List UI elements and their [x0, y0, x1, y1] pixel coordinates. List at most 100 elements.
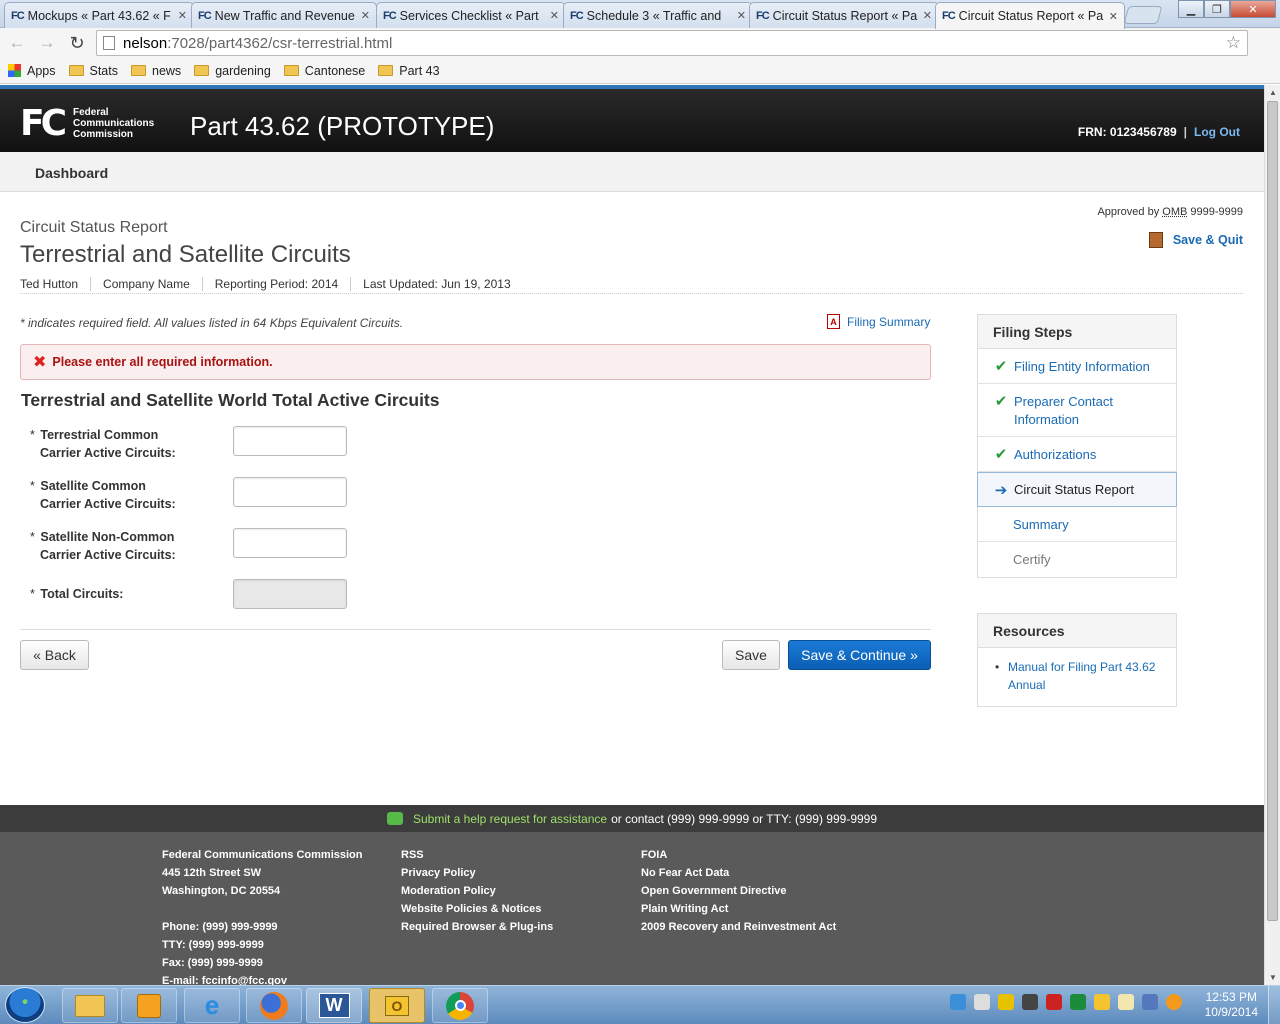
footer-link[interactable]: Privacy Policy — [401, 864, 553, 882]
mail-icon[interactable] — [1118, 994, 1134, 1010]
volume-icon[interactable] — [974, 994, 990, 1010]
close-tab-icon[interactable]: ✕ — [923, 9, 932, 22]
fcc-favicon-icon: FC — [198, 9, 212, 22]
footer-link[interactable]: RSS — [401, 846, 553, 864]
save-continue-button[interactable]: Save & Continue » — [788, 640, 931, 670]
help-request-link[interactable]: Submit a help request for assistance — [413, 812, 607, 826]
fcc-logo-mark: FC — [20, 102, 67, 144]
start-button-icon[interactable] — [5, 987, 45, 1023]
nav-dashboard[interactable]: Dashboard — [35, 165, 108, 181]
bookmark-star-icon[interactable]: ☆ — [1226, 33, 1241, 53]
bookmark-news[interactable]: news — [131, 64, 181, 78]
filing-summary-link[interactable]: A Filing Summary — [827, 314, 930, 329]
update-icon[interactable] — [1070, 994, 1086, 1010]
site-header: FC Federal Communications Commission Par… — [0, 85, 1264, 152]
error-alert: ✖ Please enter all required information. — [20, 344, 931, 380]
step-circuit-status-report[interactable]: ➔ Circuit Status Report — [977, 472, 1177, 507]
step-authorizations[interactable]: ✔ Authorizations — [978, 437, 1176, 472]
footer-contact-column: Federal Communications Commission 445 12… — [162, 846, 362, 985]
footer-link[interactable]: 2009 Recovery and Reinvestment Act — [641, 918, 836, 936]
log-out-link[interactable]: Log Out — [1194, 125, 1240, 139]
footer-link[interactable]: Required Browser & Plug-ins — [401, 918, 553, 936]
forward-arrow-icon[interactable]: → — [34, 30, 60, 56]
new-tab-button[interactable] — [1123, 6, 1163, 24]
scrollbar-thumb[interactable] — [1267, 101, 1278, 921]
checkmark-icon: ✔ — [994, 446, 1008, 463]
restore-icon[interactable]: ❐ — [1204, 0, 1230, 18]
scroll-down-icon[interactable]: ▼ — [1265, 970, 1280, 985]
footer-link[interactable]: FOIA — [641, 846, 836, 864]
field-label: * Total Circuits: — [30, 587, 124, 601]
dropbox-icon[interactable] — [950, 994, 966, 1010]
bookmark-part43[interactable]: Part 43 — [378, 64, 440, 78]
action-center-icon[interactable] — [1142, 994, 1158, 1010]
notification-icon[interactable] — [1166, 994, 1182, 1010]
fcc-logo[interactable]: FC Federal Communications Commission — [20, 102, 154, 144]
fcc-favicon-icon: FC — [383, 9, 397, 22]
back-button[interactable]: « Back — [20, 640, 89, 670]
exit-door-icon — [1148, 232, 1163, 248]
outlook-tray-icon[interactable] — [1094, 994, 1110, 1010]
system-tray — [950, 994, 1190, 1010]
save-button[interactable]: Save — [722, 640, 780, 670]
close-tab-icon[interactable]: ✕ — [550, 9, 559, 22]
divider — [20, 629, 931, 630]
browser-tab[interactable]: FC Mockups « Part 43.62 « F ✕ — [4, 2, 194, 28]
close-tab-icon[interactable]: ✕ — [361, 9, 370, 22]
system-clock[interactable]: 12:53 PM 10/9/2014 — [1205, 990, 1258, 1020]
internet-explorer-icon[interactable]: e — [184, 988, 240, 1023]
step-preparer-contact[interactable]: ✔ Preparer Contact Information — [978, 384, 1176, 437]
satellite-non-common-input[interactable] — [233, 528, 347, 558]
satellite-common-input[interactable] — [233, 477, 347, 507]
chrome-icon[interactable] — [432, 988, 488, 1023]
media-player-icon[interactable] — [121, 988, 177, 1023]
step-summary[interactable]: Summary — [978, 507, 1176, 542]
close-window-icon[interactable]: ✕ — [1230, 0, 1276, 18]
footer-link[interactable]: Website Policies & Notices — [401, 900, 553, 918]
footer-link[interactable]: No Fear Act Data — [641, 864, 836, 882]
resource-manual-link[interactable]: Manual for Filing Part 43.62 Annual — [993, 658, 1162, 694]
scroll-up-icon[interactable]: ▲ — [1265, 85, 1280, 100]
close-tab-icon[interactable]: ✕ — [178, 9, 187, 22]
footer-link[interactable]: Open Government Directive — [641, 882, 836, 900]
firefox-icon[interactable] — [246, 988, 302, 1023]
close-tab-icon[interactable]: ✕ — [737, 9, 746, 22]
browser-tab-active[interactable]: FC Circuit Status Report « Pa ✕ — [935, 2, 1125, 29]
address-bar[interactable]: nelson:7028/part4362/csr-terrestrial.htm… — [96, 30, 1248, 56]
fcc-favicon-icon: FC — [11, 9, 25, 22]
bookmark-stats[interactable]: Stats — [68, 64, 118, 78]
page-icon — [103, 36, 115, 50]
bookmark-gardening[interactable]: gardening — [194, 64, 271, 78]
filing-meta: Ted Hutton Company Name Reporting Period… — [20, 277, 535, 291]
fcc-favicon-icon: FC — [570, 9, 584, 22]
bookmark-cantonese[interactable]: Cantonese — [283, 64, 365, 78]
word-icon[interactable]: W — [306, 988, 362, 1023]
browser-tab[interactable]: FC Schedule 3 « Traffic and ✕ — [563, 2, 753, 28]
close-tab-icon[interactable]: ✕ — [1109, 10, 1118, 23]
vertical-scrollbar[interactable]: ▲ ▼ — [1264, 85, 1280, 985]
save-quit-link[interactable]: Save & Quit — [1148, 232, 1243, 248]
folder-icon — [194, 65, 210, 76]
fcc-favicon-icon: FC — [756, 9, 770, 22]
network-icon[interactable] — [998, 994, 1014, 1010]
browser-tab[interactable]: FC New Traffic and Revenue ✕ — [191, 2, 377, 28]
outlook-icon[interactable]: O — [369, 988, 425, 1023]
browser-tab[interactable]: FC Circuit Status Report « Pa ✕ — [749, 2, 939, 28]
bookmark-apps[interactable]: Apps — [8, 64, 56, 78]
main-nav: Dashboard — [0, 152, 1264, 192]
step-filing-entity[interactable]: ✔ Filing Entity Information — [978, 349, 1176, 384]
back-arrow-icon[interactable]: ← — [4, 30, 30, 56]
show-desktop-button[interactable] — [1268, 986, 1280, 1024]
footer-link[interactable]: Moderation Policy — [401, 882, 553, 900]
file-explorer-icon[interactable] — [62, 988, 118, 1023]
security-shield-icon[interactable] — [1046, 994, 1062, 1010]
terrestrial-common-input[interactable] — [233, 426, 347, 456]
reload-icon[interactable]: ↻ — [64, 30, 90, 56]
vmware-icon[interactable] — [1022, 994, 1038, 1010]
current-step-arrow-icon: ➔ — [994, 481, 1008, 499]
browser-tab[interactable]: FC Services Checklist « Part ✕ — [376, 2, 566, 28]
footer-link[interactable]: Plain Writing Act — [641, 900, 836, 918]
footer-email-link[interactable]: E-mail: fccinfo@fcc.gov — [162, 972, 362, 985]
minimize-icon[interactable]: ▁ — [1178, 0, 1204, 18]
omb-approval: Approved by OMB 9999-9999 — [1097, 206, 1243, 218]
